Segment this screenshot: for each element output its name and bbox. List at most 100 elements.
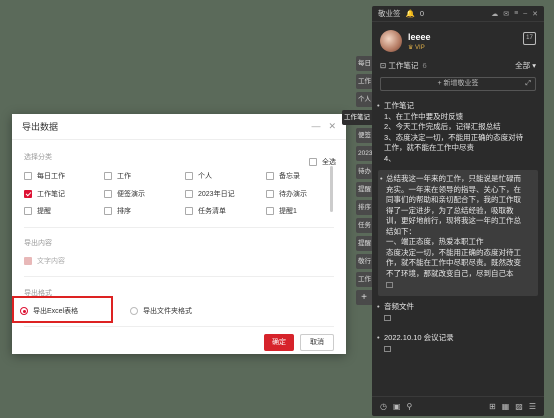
category-label: 提醒 bbox=[37, 208, 51, 215]
category-checkbox[interactable]: 待办演示 bbox=[266, 189, 307, 199]
category-checkbox[interactable]: 提醒 bbox=[24, 206, 51, 216]
checkbox-box bbox=[104, 172, 112, 180]
search-icon[interactable]: ⚲ bbox=[407, 402, 413, 411]
note-item-selected[interactable]: 总结我这一年来的工作，只能说是忙碌而 充实。一年来在领导的指导、关心下，在 同事… bbox=[378, 170, 538, 296]
note-line: 2、今天工作完成后，记得汇报总结 bbox=[384, 122, 501, 131]
expand-icon[interactable]: ⤢ bbox=[525, 78, 531, 90]
calendar-small-icon[interactable]: ▣ bbox=[393, 402, 401, 411]
side-tab[interactable]: 提醒 bbox=[356, 182, 372, 197]
category-checkbox[interactable]: 个人 bbox=[185, 171, 212, 181]
add-icon[interactable]: ⊞ bbox=[489, 402, 496, 411]
note-item[interactable]: 2022.10.10 会议记录 bbox=[372, 329, 544, 360]
export-dialog: 导出数据 — ✕ 选择分类 全选 每日工作 工作 个人 备忘录 工作笔记 便签演… bbox=[12, 114, 346, 354]
avatar[interactable] bbox=[380, 30, 402, 52]
category-name: 工作笔记 bbox=[388, 61, 419, 70]
add-tab-button[interactable]: + bbox=[356, 290, 372, 305]
dialog-title: 导出数据 bbox=[22, 122, 59, 132]
list-icon[interactable]: ☰ bbox=[529, 402, 536, 411]
vip-label: VIP bbox=[415, 44, 425, 51]
grid-icon[interactable]: ▦ bbox=[502, 402, 510, 411]
titlebar: 敬业签 🔔 0 ☁ ✉ ≡ – ✕ bbox=[372, 6, 544, 22]
side-tab[interactable]: 任务 bbox=[356, 218, 372, 233]
side-tab[interactable]: 工作 bbox=[356, 74, 372, 89]
attachment-icon bbox=[384, 346, 391, 352]
minimize-icon[interactable]: – bbox=[523, 10, 527, 18]
category-filter[interactable]: 全部 ▾ bbox=[515, 60, 536, 71]
side-tab[interactable]: 工作 bbox=[356, 272, 372, 287]
note-item[interactable]: 音频文件 bbox=[372, 298, 544, 329]
dialog-header: 导出数据 — ✕ bbox=[12, 114, 346, 140]
category-scrollbar[interactable] bbox=[330, 166, 333, 212]
calendar-icon[interactable]: 17 bbox=[523, 32, 536, 45]
side-tab[interactable]: 待办 bbox=[356, 164, 372, 179]
vip-badge: ♛ VIP bbox=[408, 44, 425, 51]
note-line: 总结我这一年来的工作，只能说是忙碌而 bbox=[386, 174, 521, 183]
minimize-icon[interactable]: — bbox=[311, 121, 320, 132]
note-line: 不了环境，那就改变自己，尽到自己本 bbox=[386, 268, 514, 278]
category-label: 每日工作 bbox=[37, 173, 65, 180]
close-icon[interactable]: ✕ bbox=[532, 10, 538, 18]
bell-icon[interactable]: 🔔 bbox=[406, 9, 415, 18]
category-checkbox[interactable]: 每日工作 bbox=[24, 171, 65, 181]
side-tab[interactable]: 提醒 bbox=[356, 236, 372, 251]
message-icon[interactable]: ✉ bbox=[503, 10, 509, 18]
category-checkbox[interactable]: 任务清单 bbox=[185, 206, 226, 216]
checkbox-box-checked bbox=[24, 190, 32, 198]
image-add-icon[interactable]: ▨ bbox=[515, 402, 523, 411]
bell-count: 0 bbox=[419, 9, 425, 18]
category-checkbox[interactable]: 工作 bbox=[104, 171, 131, 181]
category-filter-label: 全部 bbox=[515, 61, 531, 70]
menu-icon[interactable]: ≡ bbox=[514, 10, 518, 18]
side-tab[interactable]: 便签 bbox=[356, 128, 372, 143]
cloud-icon[interactable]: ☁ bbox=[491, 10, 498, 18]
note-app-panel: 敬业签 🔔 0 ☁ ✉ ≡ – ✕ leeee ♛ VIP 17 ⊡ 工作笔记 … bbox=[372, 6, 544, 416]
side-tab[interactable]: 2023 bbox=[356, 146, 372, 161]
category-checkbox[interactable]: 2023年日记 bbox=[185, 189, 235, 199]
note-line: 工作笔记 bbox=[384, 101, 414, 110]
export-excel-label: 导出Excel表格 bbox=[33, 308, 79, 315]
select-all-label: 全选 bbox=[322, 159, 336, 166]
section-label-content: 导出内容 bbox=[24, 240, 52, 247]
category-label: 工作笔记 bbox=[37, 191, 65, 198]
radio-dot bbox=[130, 307, 138, 315]
category-checkbox[interactable]: 备忘录 bbox=[266, 171, 300, 181]
side-tab[interactable]: 排序 bbox=[356, 200, 372, 215]
checkbox-box bbox=[309, 158, 317, 166]
close-icon[interactable]: ✕ bbox=[328, 121, 336, 132]
confirm-button[interactable]: 确定 bbox=[264, 334, 294, 351]
new-note-label: + 新增敬业签 bbox=[437, 80, 479, 87]
export-folder-radio[interactable]: 导出文件夹格式 bbox=[130, 306, 192, 316]
note-line: 同事们的帮助和亲切配合下，我的工作取 bbox=[386, 195, 521, 204]
image-icon bbox=[386, 282, 393, 288]
attachment-icon bbox=[384, 315, 391, 321]
side-tab-active[interactable]: 工作笔记 bbox=[342, 110, 372, 125]
content-option-label: 文字内容 bbox=[37, 258, 65, 265]
note-item[interactable]: 工作笔记 1、在工作中要及时反馈 2、今天工作完成后，记得汇报总结 3、态度决定… bbox=[372, 97, 544, 168]
export-excel-radio[interactable]: 导出Excel表格 bbox=[20, 306, 78, 316]
side-tab[interactable]: 每日 bbox=[356, 56, 372, 71]
category-row: ⊡ 工作笔记 6 全部 ▾ bbox=[372, 56, 544, 75]
category-label: 备忘录 bbox=[279, 173, 300, 180]
category-checkbox[interactable]: 工作笔记 bbox=[24, 189, 65, 199]
note-line: 得了一定进步，为了总结经验，吸取教 bbox=[386, 205, 514, 215]
category-checkbox[interactable]: 排序 bbox=[104, 206, 131, 216]
checkbox-box bbox=[24, 172, 32, 180]
side-tab[interactable]: 敬行 bbox=[356, 254, 372, 269]
side-tab-strip: 每日 工作 个人 工作笔记 便签 2023 待办 提醒 排序 任务 提醒 敬行 … bbox=[342, 56, 372, 308]
note-line: 作，就不能在工作中尽职尽责。既然改变 bbox=[386, 258, 521, 267]
cancel-button[interactable]: 取消 bbox=[300, 334, 334, 351]
new-note-button[interactable]: + 新增敬业签 ⤢ bbox=[380, 77, 536, 91]
category-label: 任务清单 bbox=[198, 208, 226, 215]
checkbox-box bbox=[266, 172, 274, 180]
checkbox-box bbox=[185, 190, 193, 198]
chevron-down-icon: ▾ bbox=[532, 61, 536, 70]
category-label: 提醒1 bbox=[279, 208, 297, 215]
note-line: 1、在工作中要及时反馈 bbox=[384, 111, 464, 121]
category-checkbox[interactable]: 提醒1 bbox=[266, 206, 297, 216]
user-row: leeee ♛ VIP 17 bbox=[372, 22, 544, 56]
category-label: 排序 bbox=[117, 208, 131, 215]
clock-icon[interactable]: ◷ bbox=[380, 402, 387, 411]
category-checkbox[interactable]: 便签演示 bbox=[104, 189, 145, 199]
checkbox-box bbox=[185, 172, 193, 180]
side-tab[interactable]: 个人 bbox=[356, 92, 372, 107]
